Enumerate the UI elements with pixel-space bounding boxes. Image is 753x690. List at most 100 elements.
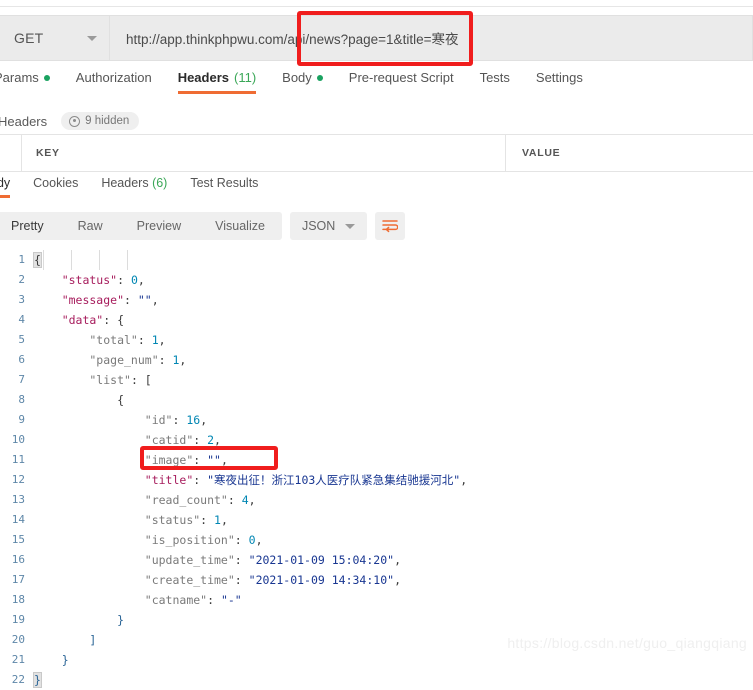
code-line-text: "image": "", [34,450,228,470]
code-token: "2021-01-09 14:34:10" [248,573,395,587]
request-tab-label: Headers [177,70,229,85]
code-token: , [255,533,263,547]
code-line-text: "catid": 2, [34,430,221,450]
headers-table: KEY VALUE [0,134,753,172]
chevron-down-icon [87,35,97,41]
indent-guide [99,250,100,270]
code-line: 2 "status": 0, [0,250,753,290]
code-token: , [460,473,468,487]
code-token: "read_count" [34,493,228,507]
response-tab-test-results[interactable]: Test Results [190,176,258,198]
code-token: : [193,453,208,467]
headers-table-key-column: KEY [22,135,506,171]
request-tab-params[interactable]: Params [0,70,50,94]
code-line-text: "create_time": "2021-01-09 14:34:10", [34,570,401,590]
code-line-number: 5 [18,333,25,346]
code-line-number: 19 [11,613,25,626]
indent-guide [127,250,128,270]
code-token: : [ [130,373,152,387]
response-format-dropdown[interactable]: JSON [289,212,368,240]
code-token: ] [34,633,97,647]
code-line: 15 "is_position": 0, [0,250,753,550]
response-body-code[interactable]: 1{2 "status": 0, 3 "message": "", 4 "data"… [0,250,753,688]
response-viewer-toolbar: Pretty Raw Preview Visualize JSON [0,211,753,241]
http-method-dropdown[interactable]: GET [0,15,110,61]
code-token: { [34,393,125,407]
code-token: "" [207,453,221,467]
viewer-mode-pretty[interactable]: Pretty [0,212,61,240]
hidden-headers-toggle[interactable]: 9 hidden [61,112,140,130]
headers-subheader: Headers 9 hidden [0,108,753,134]
code-line-text: "update_time": "2021-01-09 15:04:20", [34,550,401,570]
request-tab-headers[interactable]: Headers (11) [177,70,257,94]
code-token: "data" [34,313,104,327]
request-tab-label: Authorization [75,70,152,85]
code-line-number: 20 [11,633,25,646]
code-token: , [151,293,159,307]
code-token: , [158,333,166,347]
headers-section-title: Headers [0,113,48,129]
viewer-mode-visualize[interactable]: Visualize [198,212,282,240]
viewer-mode-preview[interactable]: Preview [120,212,198,240]
url-input[interactable]: http://app.thinkphpwu.com/api/news?page=… [110,15,753,61]
response-tabs: ody Cookies Headers (6) Test Results [0,176,753,206]
code-token: : [193,433,208,447]
request-tab-body[interactable]: Body [282,70,323,94]
code-token: : [234,553,249,567]
code-line-text: "total": 1, [34,330,166,350]
window-top-divider [0,6,753,7]
code-line-text: ] [34,630,96,650]
code-line-number: 8 [18,393,25,406]
code-line-text: { [34,390,124,410]
code-token: "2021-01-09 15:04:20" [248,553,395,567]
code-line-number: 11 [11,453,25,466]
response-tab-ody[interactable]: ody [0,176,11,198]
code-line-text: } [33,670,42,690]
code-line: 5 "total": 1, [0,250,753,350]
code-line: 7 "list": [ [0,250,753,390]
response-tab-headers[interactable]: Headers (6) [101,176,167,198]
code-line: 12 "title": "寒夜出征！浙江103人医疗队紧急集结驰援河北", [0,250,753,490]
code-line-text: "catname": "-" [34,590,242,610]
code-token: { [33,252,42,268]
code-line-number: 22 [11,673,25,686]
code-token: 0 [130,273,138,287]
response-tab-cookies[interactable]: Cookies [33,176,78,198]
code-line-number: 14 [11,513,25,526]
code-token: : [227,493,242,507]
code-line: 1{ [0,250,753,270]
code-line-text: "data": { [34,310,124,330]
code-token: "catid" [34,433,194,447]
code-line-number: 9 [18,413,25,426]
watermark: https://blog.csdn.net/guo_qiangqiang [507,635,747,651]
request-tab-settings[interactable]: Settings [536,70,583,94]
request-tabs: Params Authorization Headers (11) Body Pre-re… [0,70,753,102]
viewer-mode-group: Pretty Raw Preview Visualize [0,212,282,240]
request-tab-tests[interactable]: Tests [480,70,510,94]
request-tab-authorization[interactable]: Authorization [76,70,152,94]
wrap-lines-button[interactable] [375,212,406,240]
code-token: "total" [34,333,138,347]
request-tab-pre-request-script[interactable]: Pre-request Script [349,70,454,94]
code-line: 19 } [0,250,753,630]
indent-guide [43,250,44,270]
code-token: , [248,493,256,507]
code-token: : [137,333,152,347]
code-token: "title" [34,473,194,487]
code-token: , [200,413,208,427]
code-token: : { [103,313,125,327]
headers-table-gutter [0,135,22,171]
code-token: : [117,273,131,287]
code-line-number: 13 [11,493,25,506]
code-line-number: 4 [18,313,25,326]
code-token: : [172,413,187,427]
code-line: 9 "id": 16, [0,250,753,430]
code-token: } [34,613,125,627]
code-token: "id" [34,413,173,427]
viewer-mode-raw[interactable]: Raw [61,212,120,240]
code-token: 1 [151,333,159,347]
http-method-label: GET [14,30,44,46]
code-token: , [220,513,228,527]
request-tab-label: Body [282,70,312,85]
code-token: : [200,513,215,527]
